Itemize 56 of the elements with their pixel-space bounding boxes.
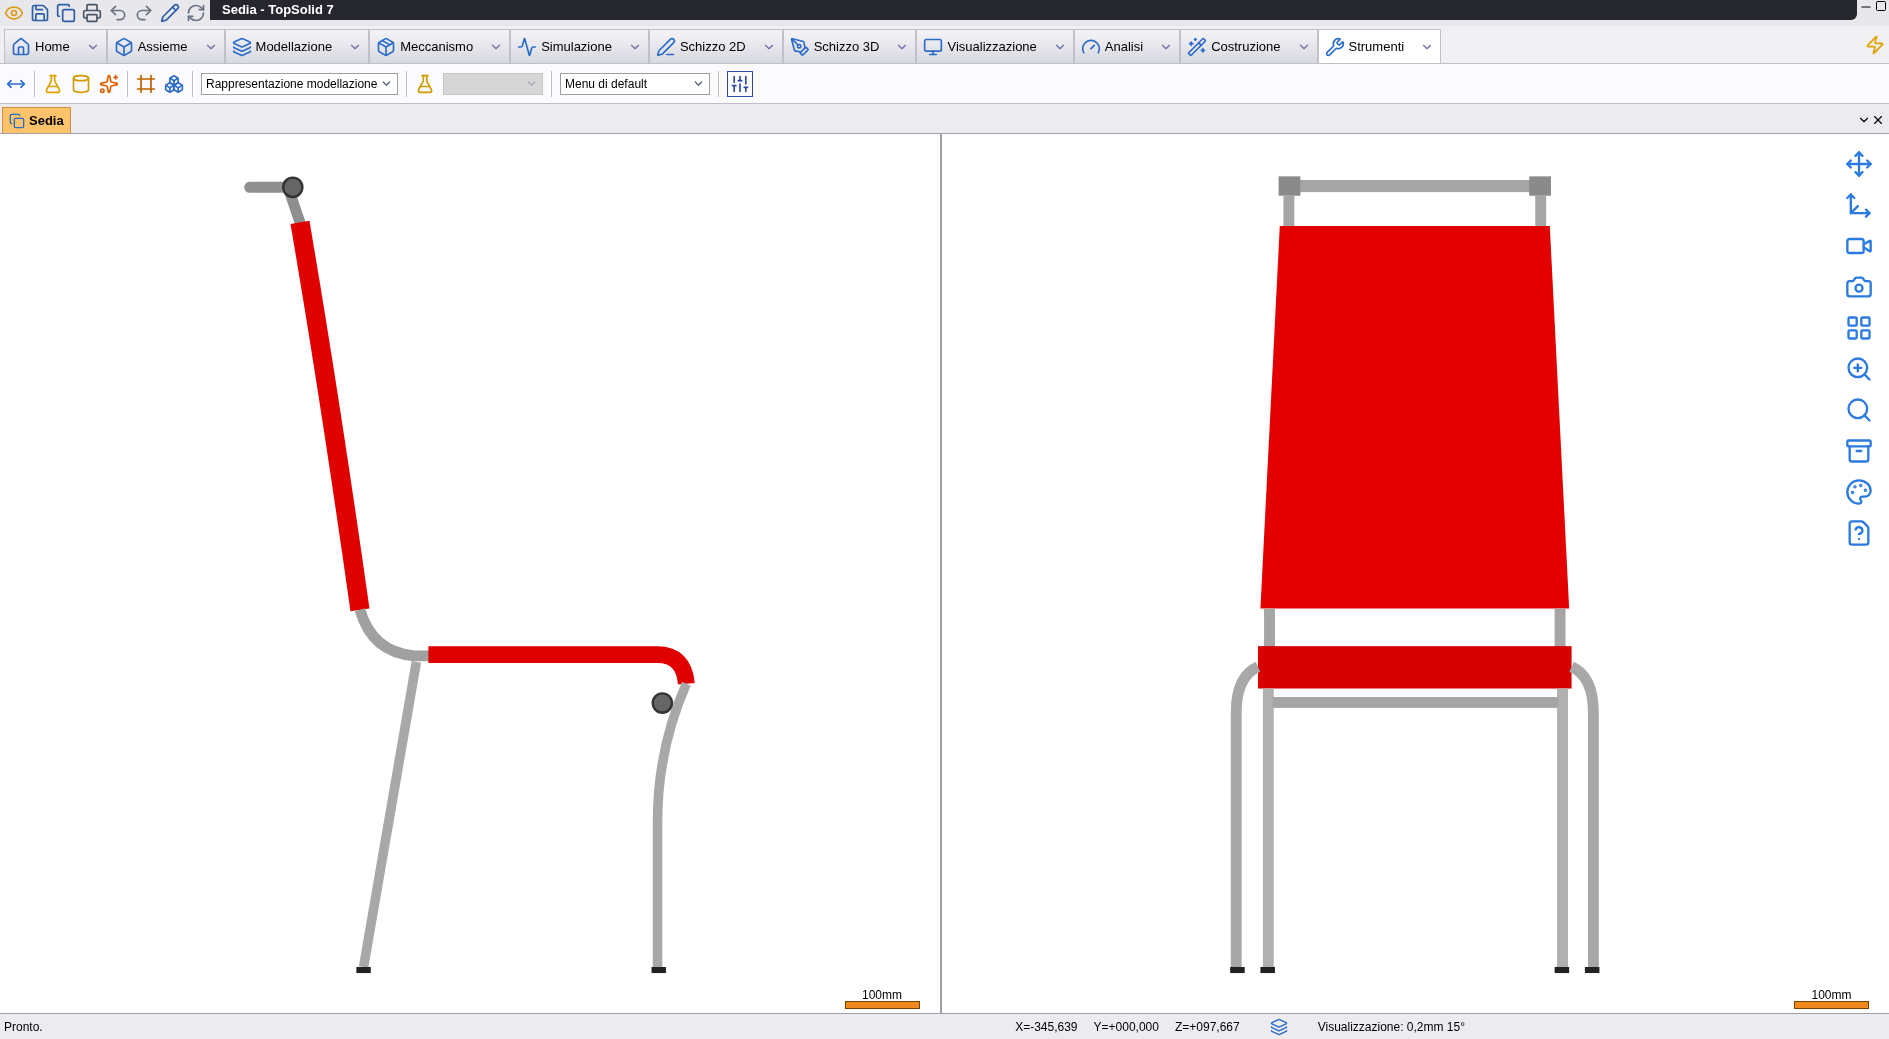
dropdown-value: Menu di default [565,75,648,93]
tab-icon [113,36,134,57]
tab-icon [923,36,944,57]
ribbon-tab[interactable]: Meccanismo [369,29,511,63]
search-icon[interactable] [1845,396,1873,424]
sliders-icon [730,73,750,94]
ribbon-tab[interactable]: Simulazione [510,29,649,63]
undo-icon[interactable] [108,3,128,23]
ribbon-tab[interactable]: Costruzione [1180,29,1318,63]
tab-icon [1324,36,1345,57]
tab-icon [1187,36,1208,57]
maximize-icon[interactable] [1875,0,1887,12]
ribbon-tab[interactable]: Modellazione [224,29,370,63]
tab-icon [655,36,676,57]
ribbon-tab[interactable]: Strumenti [1317,29,1442,63]
flask-icon[interactable] [415,73,435,94]
flask-icon[interactable] [43,73,63,94]
ribbon-tab[interactable]: Schizzo 2D [648,29,783,63]
ribbon-tab[interactable]: Visualizzazione [916,29,1074,63]
tab-icon [517,36,538,57]
redo-icon[interactable] [134,3,154,23]
scale-label: 100mm [1811,989,1852,1001]
layers-icon[interactable] [1269,1017,1288,1036]
window-title: Sedia - TopSolid 7 [222,1,334,20]
sliders-button[interactable] [727,70,753,97]
save-icon[interactable] [30,3,50,23]
ribbon-tab[interactable]: Home [4,29,107,63]
palette-icon[interactable] [1845,478,1873,506]
tab-icon [231,36,252,57]
close-icon[interactable] [1871,113,1885,127]
ribbon-tab[interactable]: Schizzo 3D [782,29,917,63]
pencil-icon[interactable] [160,3,180,23]
tab-icon [11,36,31,57]
status-message: Pronto. [4,1018,43,1036]
cylinder-icon[interactable] [71,73,91,94]
document-tab[interactable]: Sedia [2,107,71,133]
move-icon[interactable] [1845,150,1873,178]
display-precision: Visualizzazione: 0,2mm 15° [1317,1018,1465,1036]
save-all-icon[interactable] [56,3,76,23]
burst-icon[interactable] [99,73,119,94]
z-coordinate: Z=+097,667 [1174,1018,1240,1036]
tab-icon [789,36,810,57]
dropdown-value: Rappresentazione modellazione [206,75,378,93]
document-icon [9,112,25,129]
scale-label: 100mm [862,989,903,1001]
dropdown[interactable]: Menu di default [560,72,710,95]
ribbon-tab[interactable]: Analisi [1073,29,1181,63]
print-icon[interactable] [82,3,102,23]
x-coordinate: X=-345,639 [1015,1018,1078,1036]
zoom-window-icon[interactable] [1845,355,1873,383]
y-coordinate: Y=+000,000 [1093,1018,1159,1036]
ribbon-tab[interactable]: Assieme [106,29,225,63]
parts-icon[interactable] [164,73,184,94]
tab-icon [376,36,397,57]
refresh-icon[interactable] [186,3,206,23]
dropdown[interactable]: Rappresentazione modellazione [201,72,398,95]
